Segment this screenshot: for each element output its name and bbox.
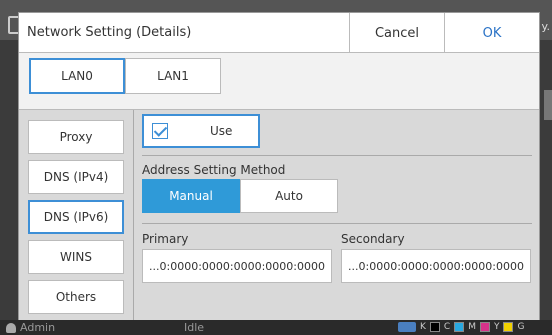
- sidebar-item-others[interactable]: Others: [28, 280, 124, 314]
- status-user: Admin: [20, 321, 56, 334]
- ink-label-c: C: [443, 322, 451, 332]
- sidebar-item-dns-ipv6[interactable]: DNS (IPv6): [28, 200, 124, 234]
- sidebar-item-wins[interactable]: WINS: [28, 240, 124, 274]
- ink-swatch-m: [479, 322, 490, 332]
- status-state: Idle: [184, 321, 205, 334]
- ink-swatch-k: [429, 322, 440, 332]
- divider: [142, 223, 532, 224]
- primary-address-field[interactable]: ...0:0000:0000:0000:0000:0000: [142, 249, 332, 283]
- background-right-text: y.: [541, 20, 550, 33]
- cancel-button[interactable]: Cancel: [349, 13, 445, 53]
- ink-swatch-y: [503, 322, 514, 332]
- divider: [142, 155, 532, 156]
- tab-lan1[interactable]: LAN1: [125, 58, 221, 94]
- sidebar-item-proxy[interactable]: Proxy: [28, 120, 124, 154]
- ok-button[interactable]: OK: [445, 13, 539, 53]
- dialog-header: Network Setting (Details) Cancel OK: [19, 13, 539, 53]
- user-icon: [6, 323, 16, 333]
- status-bar: Admin Idle K C M Y G: [0, 320, 552, 335]
- ink-label-g: G: [517, 322, 525, 332]
- network-setting-dialog: Network Setting (Details) Cancel OK LAN0…: [18, 12, 540, 327]
- ink-label-y: Y: [493, 322, 500, 332]
- ink-swatch-c: [454, 322, 465, 332]
- use-checkbox-icon[interactable]: [152, 123, 168, 139]
- ink-levels: K C M Y G: [398, 322, 524, 332]
- background-right-panel: [544, 90, 552, 120]
- secondary-address-field[interactable]: ...0:0000:0000:0000:0000:0000: [341, 249, 531, 283]
- primary-label: Primary: [142, 232, 189, 246]
- content-area: Proxy DNS (IPv4) DNS (IPv6) WINS Others: [19, 109, 539, 327]
- manual-option-button[interactable]: Manual: [142, 179, 240, 213]
- ink-label-k: K: [420, 322, 426, 332]
- ink-label-m: M: [468, 322, 476, 332]
- tab-lan0[interactable]: LAN0: [29, 58, 125, 94]
- sidebar-separator: [133, 110, 134, 327]
- use-label: Use: [210, 124, 233, 138]
- use-toggle-button[interactable]: Use: [142, 114, 260, 148]
- secondary-label: Secondary: [341, 232, 405, 246]
- auto-option-button[interactable]: Auto: [240, 179, 338, 213]
- dialog-title: Network Setting (Details): [27, 25, 192, 40]
- ink-key-icon: [398, 322, 416, 332]
- sidebar-item-dns-ipv4[interactable]: DNS (IPv4): [28, 160, 124, 194]
- address-method-label: Address Setting Method: [142, 163, 286, 177]
